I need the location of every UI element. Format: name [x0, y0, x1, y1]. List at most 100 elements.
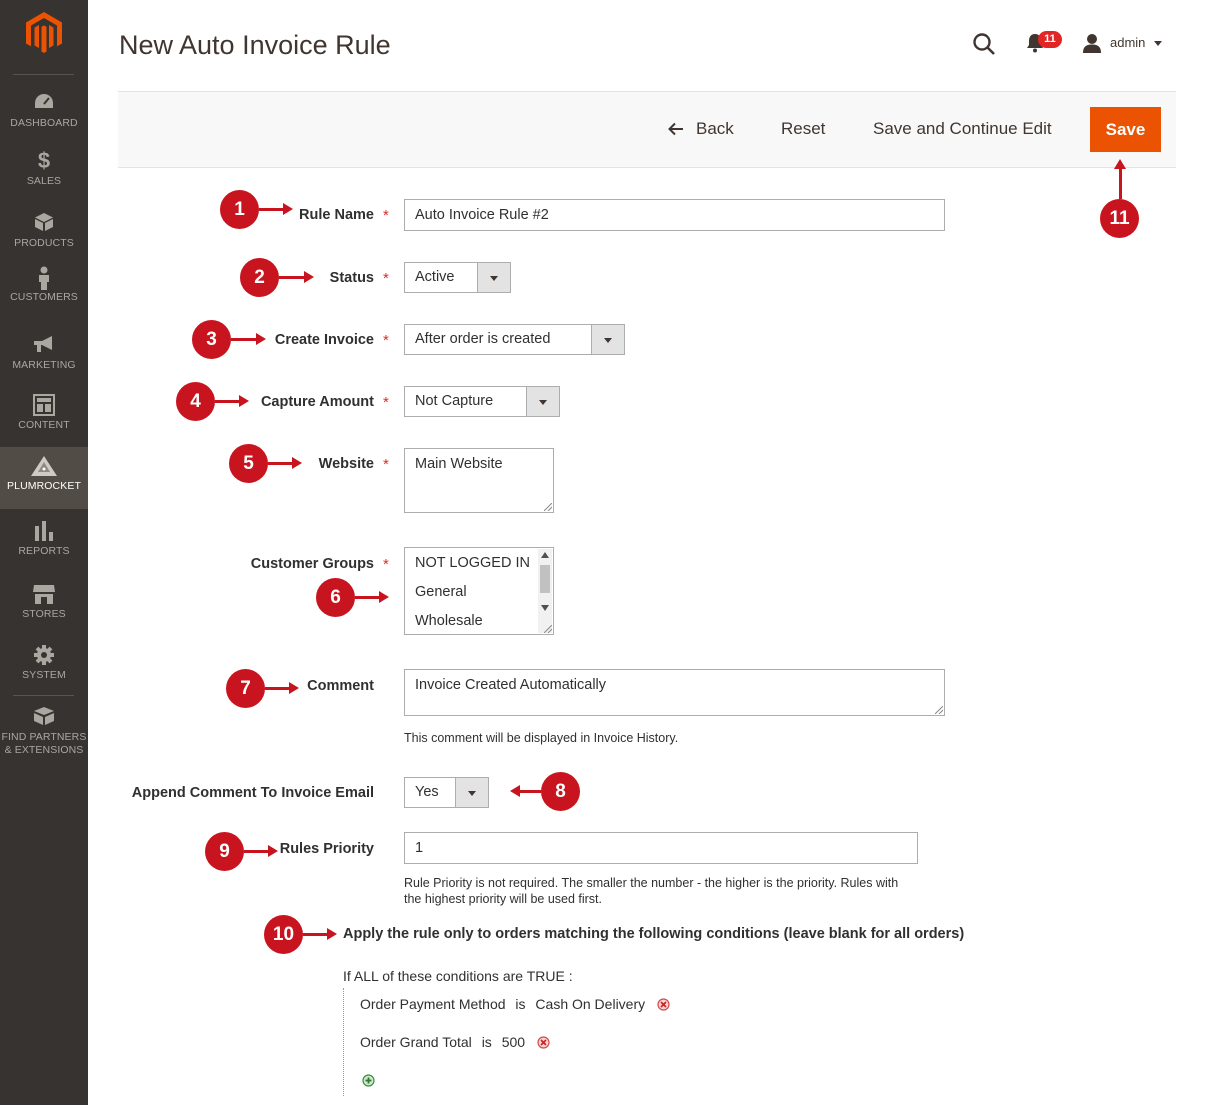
sidebar-item-label: CUSTOMERS	[10, 291, 78, 303]
condition-operator[interactable]: is	[482, 1034, 492, 1050]
admin-sidebar: DASHBOARD $ SALES PRODUCTS CUSTOMERS MAR…	[0, 0, 88, 1105]
sidebar-item-sales[interactable]: $ SALES	[0, 150, 88, 212]
annotation-marker: 10	[264, 915, 303, 954]
arrow-right-icon	[268, 457, 302, 469]
save-and-continue-button[interactable]: Save and Continue Edit	[873, 119, 1052, 139]
sidebar-item-label: CONTENT	[18, 419, 70, 431]
remove-condition-icon[interactable]	[537, 1036, 550, 1049]
remove-condition-icon[interactable]	[657, 998, 670, 1011]
resize-handle-icon[interactable]	[544, 503, 552, 511]
condition-value[interactable]: 500	[502, 1034, 525, 1050]
conditions-value-select[interactable]: TRUE	[527, 968, 565, 984]
chevron-down-icon	[455, 778, 488, 807]
add-condition-icon[interactable]	[362, 1074, 375, 1087]
customer-group-option[interactable]: NOT LOGGED IN	[415, 555, 530, 571]
required-marker: *	[383, 394, 389, 411]
conditions-if-text: If	[343, 968, 351, 984]
sidebar-item-label: PRODUCTS	[14, 237, 74, 249]
customer-groups-multiselect[interactable]: NOT LOGGED IN General Wholesale	[404, 547, 554, 635]
comment-text: Invoice Created Automatically	[415, 677, 607, 693]
sidebar-item-label: REPORTS	[18, 545, 70, 557]
arrow-right-icon	[265, 682, 299, 694]
sidebar-item-reports[interactable]: REPORTS	[0, 520, 88, 582]
arrow-left-icon[interactable]	[668, 122, 684, 141]
append-comment-select[interactable]: Yes	[404, 777, 489, 808]
annotation-marker: 2	[240, 258, 279, 297]
append-comment-label: Append Comment To Invoice Email	[131, 785, 374, 801]
condition-item: Order Grand Total is 500	[360, 1034, 550, 1050]
condition-operator[interactable]: is	[515, 996, 525, 1012]
status-select[interactable]: Active	[404, 262, 511, 293]
scroll-up-icon[interactable]	[541, 552, 549, 558]
comment-textarea[interactable]: Invoice Created Automatically	[404, 669, 945, 716]
capture-amount-select[interactable]: Not Capture	[404, 386, 560, 417]
admin-user-menu[interactable]: admin	[1110, 35, 1145, 50]
arrow-right-icon	[355, 591, 389, 603]
chevron-down-icon	[477, 263, 510, 292]
arrow-left-icon	[510, 785, 541, 797]
chevron-down-icon[interactable]	[1154, 41, 1162, 46]
comment-note: This comment will be displayed in Invoic…	[404, 731, 679, 745]
scrollbar-thumb[interactable]	[540, 565, 550, 593]
store-icon	[0, 583, 88, 605]
required-marker: *	[383, 207, 389, 224]
sidebar-item-marketing[interactable]: MARKETING	[0, 334, 88, 396]
scroll-down-icon[interactable]	[541, 605, 549, 611]
annotation-marker: 7	[226, 669, 265, 708]
required-marker: *	[383, 456, 389, 473]
resize-handle-icon[interactable]	[544, 625, 552, 633]
reset-button[interactable]: Reset	[781, 119, 825, 139]
conditions-aggregator-select[interactable]: ALL	[354, 968, 378, 984]
condition-item: Order Payment Method is Cash On Delivery	[360, 996, 670, 1012]
required-marker: *	[383, 556, 389, 573]
arrow-right-icon	[279, 271, 314, 283]
sidebar-item-label: FIND PARTNERS	[1, 731, 87, 743]
sidebar-item-label: DASHBOARD	[10, 117, 78, 129]
arrow-right-icon	[259, 203, 293, 215]
sidebar-item-find-partners[interactable]: FIND PARTNERS & EXTENSIONS	[0, 706, 88, 764]
annotation-marker: 11	[1100, 199, 1139, 238]
website-option[interactable]: Main Website	[415, 456, 503, 472]
rules-priority-label: Rules Priority	[279, 841, 374, 857]
dollar-icon: $	[37, 148, 51, 173]
sidebar-item-plumrocket[interactable]: PLUMROCKET	[0, 447, 88, 509]
sidebar-item-products[interactable]: PRODUCTS	[0, 212, 88, 274]
create-invoice-select-value: After order is created	[415, 331, 551, 347]
chevron-down-icon	[591, 325, 624, 354]
user-icon[interactable]	[1082, 33, 1102, 58]
sidebar-item-stores[interactable]: STORES	[0, 583, 88, 645]
annotation-marker: 8	[541, 772, 580, 811]
sidebar-item-system[interactable]: SYSTEM	[0, 644, 88, 696]
website-select[interactable]: Main Website	[404, 448, 554, 513]
magento-logo-icon[interactable]	[26, 12, 62, 54]
sidebar-divider	[13, 74, 74, 75]
annotation-marker: 5	[229, 444, 268, 483]
dashboard-icon	[0, 92, 88, 114]
arrow-right-icon	[215, 395, 249, 407]
back-button[interactable]: Back	[696, 119, 734, 139]
create-invoice-select[interactable]: After order is created	[404, 324, 625, 355]
scrollbar[interactable]	[538, 549, 552, 633]
condition-value[interactable]: Cash On Delivery	[535, 996, 645, 1012]
sidebar-item-label: & EXTENSIONS	[4, 744, 84, 756]
customer-group-option[interactable]: General	[415, 584, 467, 600]
rules-priority-input[interactable]: 1	[404, 832, 918, 864]
customer-group-option[interactable]: Wholesale	[415, 613, 483, 629]
annotation-marker: 6	[316, 578, 355, 617]
resize-handle-icon[interactable]	[935, 706, 943, 714]
box-icon	[0, 706, 88, 728]
search-icon[interactable]	[972, 32, 996, 61]
notification-badge[interactable]: 11	[1038, 31, 1062, 48]
megaphone-icon	[0, 334, 88, 356]
sidebar-item-dashboard[interactable]: DASHBOARD	[0, 92, 88, 150]
sidebar-item-label: PLUMROCKET	[7, 480, 81, 492]
save-button[interactable]: Save	[1090, 107, 1161, 152]
chevron-down-icon	[526, 387, 559, 416]
conditions-suffix-text: :	[568, 968, 573, 984]
sidebar-item-label: SYSTEM	[22, 669, 66, 681]
sidebar-item-customers[interactable]: CUSTOMERS	[0, 266, 88, 328]
condition-attribute: Order Grand Total	[360, 1034, 472, 1050]
sidebar-item-content[interactable]: CONTENT	[0, 394, 88, 448]
arrow-up-icon	[1114, 159, 1126, 199]
rule-name-input[interactable]: Auto Invoice Rule #2	[404, 199, 945, 231]
